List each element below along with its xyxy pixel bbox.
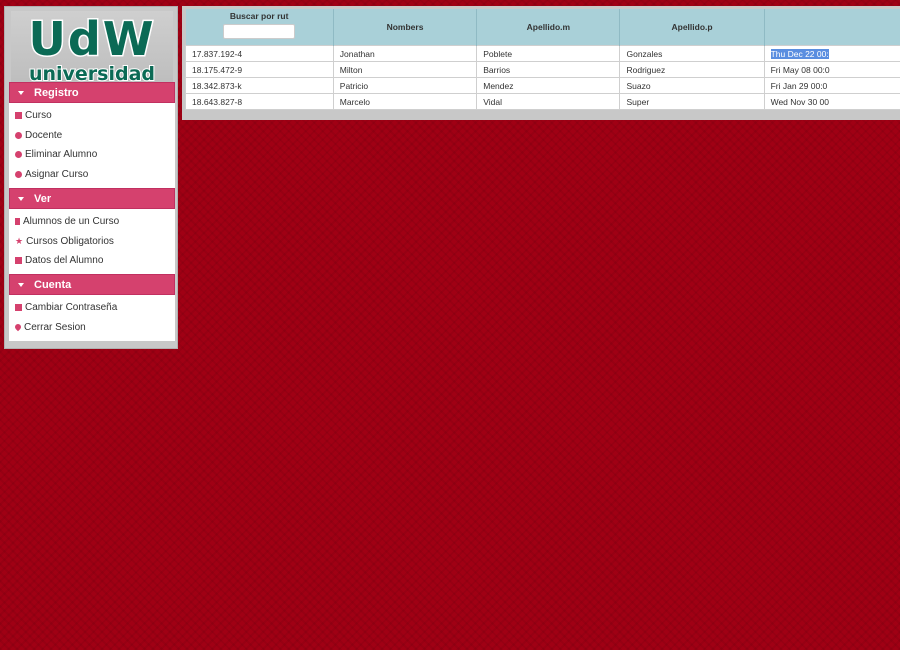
rut-header: Buscar por rut xyxy=(185,9,334,46)
table-cell: Patricio xyxy=(332,77,478,94)
table-header-row: Buscar por rut Nombers Apellido.m Apelli… xyxy=(185,9,900,46)
table-cell: Poblete xyxy=(476,45,621,62)
table-cell: Suazo xyxy=(619,77,765,94)
registro-panel: Registro Curso Docente Eliminar Alumno A… xyxy=(9,82,175,188)
key-icon xyxy=(15,304,22,312)
table-row[interactable]: 18.342.873-k Patricio Mendez Suazo Fri J… xyxy=(185,77,900,94)
table-cell: 18.175.472-9 xyxy=(185,61,334,78)
close-icon xyxy=(15,151,22,159)
star-icon: ★ xyxy=(15,235,24,246)
cuenta-panel: Cuenta Cambiar Contraseña Cerrar Sesion xyxy=(9,274,175,341)
table-cell: Barrios xyxy=(476,61,621,78)
sidebar-item-docente[interactable]: Docente xyxy=(9,126,175,146)
sidebar-item-eliminar-alumno[interactable]: Eliminar Alumno xyxy=(9,145,175,165)
udw-logo: UdW universidad xyxy=(11,11,173,85)
column-header[interactable]: Apellido.p xyxy=(619,9,765,46)
ver-header[interactable]: Ver xyxy=(9,188,175,209)
check-icon xyxy=(15,170,22,178)
table-cell: 18.643.827-8 xyxy=(185,93,334,110)
table-cell: Super xyxy=(619,93,765,110)
user-icon xyxy=(15,257,22,265)
table-row[interactable]: 18.643.827-8 Marcelo Vidal Super Wed Nov… xyxy=(185,93,900,110)
table-cell-selected: Thu Dec 22 00: xyxy=(763,45,900,62)
table-cell: Milton xyxy=(332,61,478,78)
table-cell: Gonzales xyxy=(619,45,765,62)
caret-down-icon xyxy=(18,282,24,287)
students-table: Buscar por rut Nombers Apellido.m Apelli… xyxy=(185,9,900,110)
power-icon xyxy=(13,323,23,332)
folder-icon xyxy=(15,112,22,120)
svg-text:UdW: UdW xyxy=(28,12,155,66)
table-row[interactable]: 18.175.472-9 Milton Barrios Rodriguez Fr… xyxy=(185,61,900,78)
column-header[interactable]: Nombers xyxy=(333,9,478,46)
table-cell: 17.837.192-4 xyxy=(185,45,334,62)
sidebar-item-datos-del-alumno[interactable]: Datos del Alumno xyxy=(9,251,175,271)
table-cell: Wed Nov 30 00 xyxy=(763,93,900,110)
cuenta-header[interactable]: Cuenta xyxy=(9,274,175,295)
caret-down-icon xyxy=(18,196,24,201)
sidebar-item-cursos-obligatorios[interactable]: ★ Cursos Obligatorios xyxy=(9,232,175,252)
sidebar-item-asignar-curso[interactable]: Asignar Curso xyxy=(9,165,175,185)
students-table-container: Buscar por rut Nombers Apellido.m Apelli… xyxy=(182,6,900,120)
table-cell: Vidal xyxy=(476,93,621,110)
sidebar-item-curso[interactable]: Curso xyxy=(9,106,175,126)
rut-search-input[interactable] xyxy=(223,24,296,39)
registro-header[interactable]: Registro xyxy=(9,82,175,103)
sidebar-item-cambiar-contrasena[interactable]: Cambiar Contraseña xyxy=(9,298,175,318)
sidebar-item-alumnos-de-un-curso[interactable]: Alumnos de un Curso xyxy=(9,212,175,232)
table-cell: Marcelo xyxy=(332,93,478,110)
book-icon xyxy=(15,218,20,226)
table-cell: Mendez xyxy=(476,77,621,94)
table-row[interactable]: 17.837.192-4 Jonathan Poblete Gonzales T… xyxy=(185,45,900,62)
table-cell: Fri May 08 00:0 xyxy=(763,61,900,78)
sidebar-item-cerrar-sesion[interactable]: Cerrar Sesion xyxy=(9,318,175,338)
person-icon xyxy=(15,131,22,139)
table-cell: Rodriguez xyxy=(619,61,765,78)
table-cell: 18.342.873-k xyxy=(185,77,334,94)
column-header xyxy=(764,9,900,46)
ver-panel: Ver Alumnos de un Curso ★ Cursos Obligat… xyxy=(9,188,175,275)
sidebar: UdW universidad Registro Curso Docente E… xyxy=(4,6,178,349)
table-cell: Jonathan xyxy=(332,45,478,62)
caret-down-icon xyxy=(18,90,24,95)
column-header[interactable]: Apellido.m xyxy=(476,9,621,46)
table-cell: Fri Jan 29 00:0 xyxy=(763,77,900,94)
